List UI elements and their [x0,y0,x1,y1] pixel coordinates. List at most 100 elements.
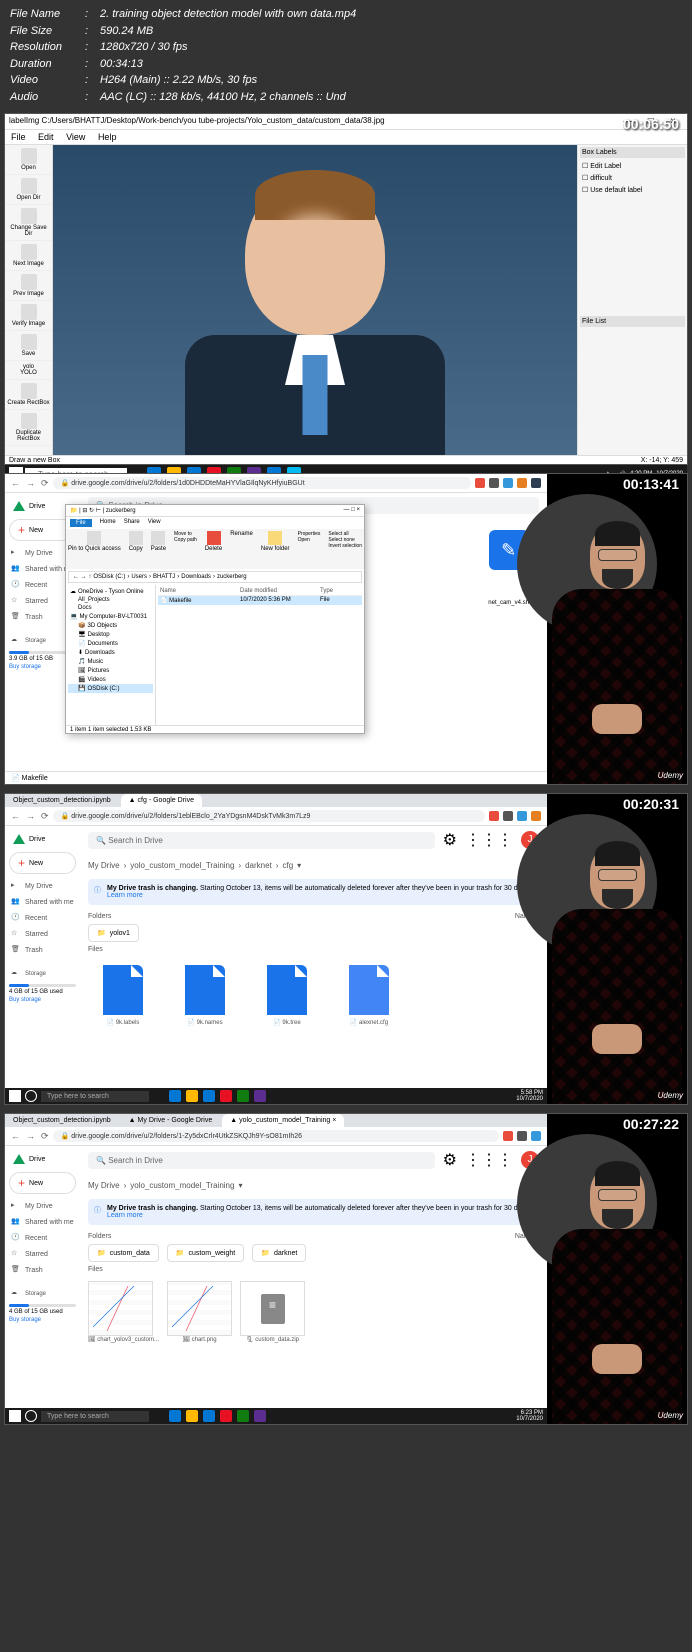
crumb-item[interactable]: My Drive [88,1181,120,1190]
tool-next-image[interactable]: Next Image [5,241,52,271]
extension-icon[interactable] [517,811,527,821]
start-button[interactable] [9,1410,21,1422]
ribbon-tab-share[interactable]: Share [124,519,140,527]
nav-item[interactable]: All_Projects [68,596,153,604]
extension-icon[interactable] [503,1131,513,1141]
back-button[interactable]: ← [11,1131,20,1142]
crumb-item[interactable]: yolo_custom_model_Training [130,861,234,870]
forward-button[interactable]: → [26,811,35,822]
file-item[interactable]: 📄 9k.names [170,965,240,1026]
reload-button[interactable]: ⟳ [41,478,49,489]
extension-icon[interactable] [489,811,499,821]
task-icon[interactable] [220,1410,232,1422]
nav-item[interactable]: 🖥 Desktop [68,630,153,639]
task-icon[interactable] [186,1090,198,1102]
folder-item[interactable]: 📁 darknet [252,1244,306,1262]
col-date[interactable]: Date modified [240,588,320,594]
file-thumbnail[interactable] [167,1281,232,1336]
ribbon-copy[interactable]: Copy [129,531,143,567]
edit-label-checkbox[interactable]: ☐ Edit Label [580,160,685,172]
sidebar-my-drive[interactable]: ▸My Drive [9,1198,76,1214]
task-icon[interactable] [169,1090,181,1102]
sidebar-trash[interactable]: 🗑Trash [9,1262,76,1278]
ribbon-pin[interactable]: Pin to Quick access [68,531,121,567]
drive-logo[interactable]: Drive [9,830,76,848]
sidebar-recent[interactable]: 🕐Recent [9,1230,76,1246]
nav-item[interactable]: Docs [68,604,153,612]
buy-storage-link[interactable]: Buy storage [9,1317,76,1323]
sidebar-starred[interactable]: ☆Starred [9,926,76,942]
ribbon-invert[interactable]: Invert selection [328,543,362,549]
extension-icon[interactable] [531,1131,541,1141]
crumb-item[interactable]: yolo_custom_model_Training [130,1181,234,1190]
extension-icon[interactable] [531,478,541,488]
nav-item[interactable]: 📄 Documents [68,639,153,648]
forward-button[interactable]: → [26,478,35,489]
settings-icon[interactable]: ⚙ [443,830,457,850]
browser-tab-active[interactable]: ▲ cfg - Google Drive [121,794,202,807]
tool-duplicate-rectbox[interactable]: Duplicate RectBox [5,410,52,446]
breadcrumb-bar[interactable]: ← → ↑ OSDisk (C:) › Users › BHATTJ › Dow… [68,571,362,583]
folder-item[interactable]: 📁 custom_data [88,1244,159,1262]
back-button[interactable]: ← [11,811,20,822]
extension-icon[interactable] [475,478,485,488]
crumb-item[interactable]: cfg [282,861,293,870]
sidebar-my-drive[interactable]: ▸My Drive [9,878,76,894]
extension-icon[interactable] [503,478,513,488]
folder-item[interactable]: 📁 custom_weight [167,1244,244,1262]
search-input[interactable]: Type here to search [41,1411,149,1422]
nav-item[interactable]: 🎬 Videos [68,675,153,684]
extension-icon[interactable] [503,811,513,821]
tool-open-dir[interactable]: Open Dir [5,175,52,205]
ribbon-tab-file[interactable]: File [70,519,92,527]
file-thumbnail[interactable] [240,1281,305,1336]
col-type[interactable]: Type [320,588,360,594]
task-icon[interactable] [169,1410,181,1422]
buy-storage-link[interactable]: Buy storage [9,997,76,1003]
tool-open[interactable]: Open [5,145,52,175]
tool-verify-image[interactable]: Verify Image [5,301,52,331]
new-button[interactable]: + New [9,1172,76,1194]
sidebar-shared[interactable]: 👥Shared with me [9,894,76,910]
ribbon-delete[interactable]: Delete [205,531,222,567]
menu-help[interactable]: Help [98,132,117,142]
ribbon-tab-view[interactable]: View [148,519,161,527]
extension-icon[interactable] [489,478,499,488]
learn-more-link[interactable]: Learn more [107,1212,143,1219]
sidebar-trash[interactable]: 🗑Trash [9,942,76,958]
ribbon-open[interactable]: Open [298,537,321,543]
use-default-label-checkbox[interactable]: ☐ Use default label [580,184,685,196]
tool-change-save-dir[interactable]: Change Save Dir [5,205,52,241]
nav-item[interactable]: 🖼 Pictures [68,666,153,675]
minimize-button[interactable]: — [344,507,350,513]
nav-item[interactable]: 📦 3D Objects [68,621,153,630]
ribbon-tab-home[interactable]: Home [100,519,116,527]
task-icon[interactable] [237,1090,249,1102]
nav-item[interactable]: 🎵 Music [68,657,153,666]
col-name[interactable]: Name [160,588,240,594]
crumb-item[interactable]: My Drive [88,861,120,870]
nav-onedrive[interactable]: ☁ OneDrive - Tyson Online [68,587,153,596]
browser-tab-active[interactable]: ▲ yolo_custom_model_Training × [222,1114,344,1127]
file-label[interactable]: net_cam_v4.sh [488,600,529,606]
apps-icon[interactable]: ⋮⋮⋮ [465,830,513,850]
learn-more-link[interactable]: Learn more [107,892,143,899]
close-button[interactable]: × [356,507,360,513]
ribbon-paste[interactable]: Paste [151,531,166,567]
back-button[interactable]: ← [11,478,20,489]
cortana-icon[interactable] [25,1090,37,1102]
tool-prev-image[interactable]: Prev Image [5,271,52,301]
extension-icon[interactable] [517,478,527,488]
sidebar-shared[interactable]: 👥Shared with me [9,1214,76,1230]
difficult-checkbox[interactable]: ☐ difficult [580,172,685,184]
reload-button[interactable]: ⟳ [41,811,49,822]
task-icon[interactable] [220,1090,232,1102]
forward-button[interactable]: → [26,1131,35,1142]
drive-search-input[interactable]: 🔍 Search in Drive [88,1152,435,1169]
menu-view[interactable]: View [66,132,85,142]
apps-icon[interactable]: ⋮⋮⋮ [465,1150,513,1170]
ribbon-rename[interactable]: Rename [230,531,253,567]
drive-logo[interactable]: Drive [9,1150,76,1168]
nav-item[interactable]: 💾 OSDisk (C:) [68,684,153,693]
task-icon[interactable] [237,1410,249,1422]
